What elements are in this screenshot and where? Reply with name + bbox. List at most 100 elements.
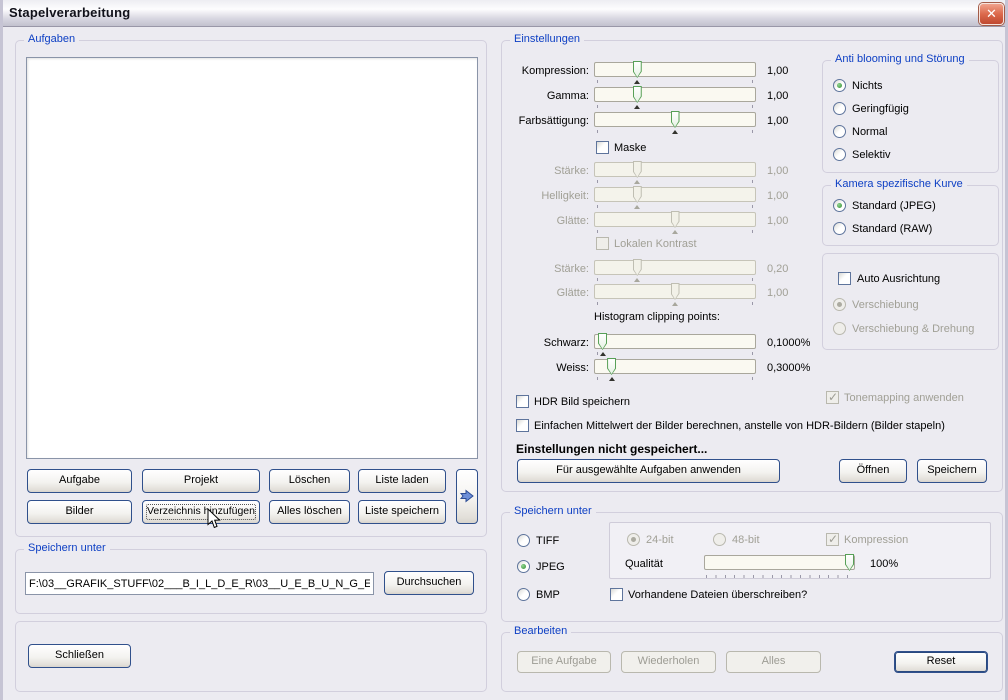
ueberschreiben-checkbox[interactable] bbox=[610, 588, 623, 601]
maske-checkbox[interactable] bbox=[596, 141, 609, 154]
radio-bmp-label: BMP bbox=[536, 589, 560, 601]
staerke2-slider bbox=[594, 260, 756, 275]
slider-thumb bbox=[633, 259, 642, 276]
wiederholen-button: Wiederholen bbox=[621, 651, 716, 673]
qualitaet-label: Qualität bbox=[625, 558, 663, 570]
radio-48bit bbox=[713, 533, 726, 546]
schwarz-label: Schwarz: bbox=[502, 337, 589, 349]
radio-24bit-label: 24-bit bbox=[646, 534, 674, 546]
radio-verschiebung-label: Verschiebung bbox=[852, 299, 919, 311]
save-path-input[interactable] bbox=[25, 572, 374, 595]
radio-bmp[interactable] bbox=[517, 588, 530, 601]
hdr-speichern-checkbox[interactable] bbox=[516, 395, 529, 408]
gamma-slider[interactable] bbox=[594, 87, 756, 102]
radio-normal[interactable] bbox=[833, 125, 846, 138]
group-anti-blooming-title: Anti blooming und Störung bbox=[831, 53, 969, 65]
auto-ausrichtung-label: Auto Ausrichtung bbox=[857, 273, 940, 285]
projekt-button[interactable]: Projekt bbox=[142, 469, 260, 493]
helligkeit-label: Helligkeit: bbox=[502, 190, 589, 202]
close-icon[interactable]: ✕ bbox=[979, 3, 1004, 25]
liste-speichern-button[interactable]: Liste speichern bbox=[358, 500, 446, 524]
radio-verschiebung bbox=[833, 298, 846, 311]
histogram-clipping-label: Histogram clipping points: bbox=[594, 311, 720, 323]
liste-laden-button[interactable]: Liste laden bbox=[358, 469, 446, 493]
slider-thumb bbox=[671, 283, 680, 300]
glaette2-label: Glätte: bbox=[502, 287, 589, 299]
loeschen-button[interactable]: Löschen bbox=[269, 469, 350, 493]
radio-jpeg[interactable] bbox=[517, 560, 530, 573]
qualitaet-value: 100% bbox=[870, 558, 898, 570]
anwenden-button[interactable]: Für ausgewählte Aufgaben anwenden bbox=[517, 459, 780, 483]
aufgabe-button[interactable]: Aufgabe bbox=[27, 469, 132, 493]
verzeichnis-hinzufuegen-button[interactable]: Verzeichnis hinzufügen bbox=[142, 500, 260, 524]
kompression-label: Kompression bbox=[844, 534, 908, 546]
radio-verschiebung-drehung-label: Verschiebung & Drehung bbox=[852, 323, 974, 335]
hdr-speichern-label: HDR Bild speichern bbox=[534, 396, 630, 408]
slider-thumb[interactable] bbox=[845, 554, 854, 571]
schwarz-slider[interactable] bbox=[594, 334, 756, 349]
kompression-slider[interactable] bbox=[594, 62, 756, 77]
radio-nichts[interactable] bbox=[833, 79, 846, 92]
slider-thumb[interactable] bbox=[633, 61, 642, 78]
kompression-checkbox bbox=[826, 533, 839, 546]
slider-thumb[interactable] bbox=[607, 358, 616, 375]
glaette-value: 1,00 bbox=[767, 215, 788, 227]
schliessen-button[interactable]: Schließen bbox=[28, 644, 131, 668]
slider-thumb bbox=[671, 211, 680, 228]
slider-thumb bbox=[633, 186, 642, 203]
lokalen-kontrast-label: Lokalen Kontrast bbox=[614, 238, 697, 250]
qualitaet-ticks bbox=[706, 575, 856, 578]
radio-nichts-label: Nichts bbox=[852, 80, 883, 92]
speichern-button[interactable]: Speichern bbox=[917, 459, 987, 483]
bilder-button[interactable]: Bilder bbox=[27, 500, 132, 524]
auto-ausrichtung-checkbox[interactable] bbox=[838, 272, 851, 285]
staerke2-value: 0,20 bbox=[767, 263, 788, 275]
radio-tiff[interactable] bbox=[517, 534, 530, 547]
farbsaettigung-slider[interactable] bbox=[594, 112, 756, 127]
mittelwert-label: Einfachen Mittelwert der Bilder berechne… bbox=[534, 420, 945, 432]
alles-button: Alles bbox=[726, 651, 821, 673]
apply-arrow-button[interactable] bbox=[456, 469, 478, 524]
radio-standard-jpeg[interactable] bbox=[833, 199, 846, 212]
gamma-label: Gamma: bbox=[502, 90, 589, 102]
task-list[interactable] bbox=[26, 57, 478, 459]
radio-24bit bbox=[627, 533, 640, 546]
slider-thumb[interactable] bbox=[633, 86, 642, 103]
helligkeit-slider bbox=[594, 187, 756, 202]
radio-standard-jpeg-label: Standard (JPEG) bbox=[852, 200, 936, 212]
radio-normal-label: Normal bbox=[852, 126, 887, 138]
alles-loeschen-button[interactable]: Alles löschen bbox=[269, 500, 350, 524]
radio-geringfuegig[interactable] bbox=[833, 102, 846, 115]
schwarz-value: 0,1000% bbox=[767, 337, 810, 349]
glaette2-slider bbox=[594, 284, 756, 299]
qualitaet-slider[interactable] bbox=[704, 555, 855, 570]
format-options-panel: 24-bit 48-bit Kompression Qualität 100% bbox=[609, 522, 991, 579]
group-bottom-left: Schließen bbox=[15, 621, 487, 692]
farbsaettigung-label: Farbsättigung: bbox=[502, 115, 589, 127]
radio-selektiv[interactable] bbox=[833, 148, 846, 161]
group-anti-blooming: Anti blooming und Störung Nichts Geringf… bbox=[822, 60, 999, 173]
radio-geringfuegig-label: Geringfügig bbox=[852, 103, 909, 115]
slider-thumb[interactable] bbox=[671, 111, 680, 128]
kompression-value: 1,00 bbox=[767, 65, 788, 77]
radio-verschiebung-drehung bbox=[833, 322, 846, 335]
radio-jpeg-label: JPEG bbox=[536, 561, 565, 573]
slider-thumb[interactable] bbox=[598, 333, 607, 350]
durchsuchen-button[interactable]: Durchsuchen bbox=[384, 571, 474, 595]
glaette2-value: 1,00 bbox=[767, 287, 788, 299]
mittelwert-checkbox[interactable] bbox=[516, 419, 529, 432]
reset-button[interactable]: Reset bbox=[894, 651, 988, 673]
radio-standard-raw[interactable] bbox=[833, 222, 846, 235]
farbsaettigung-value: 1,00 bbox=[767, 115, 788, 127]
blue-arrow-right-icon bbox=[459, 488, 475, 504]
weiss-label: Weiss: bbox=[502, 362, 589, 374]
group-speichern-unter-links: Speichern unter Durchsuchen bbox=[15, 549, 487, 614]
oeffnen-button[interactable]: Öffnen bbox=[839, 459, 907, 483]
radio-standard-raw-label: Standard (RAW) bbox=[852, 223, 932, 235]
radio-tiff-label: TIFF bbox=[536, 535, 559, 547]
group-kamera-kurve: Kamera spezifische Kurve Standard (JPEG)… bbox=[822, 185, 999, 246]
eine-aufgabe-button: Eine Aufgabe bbox=[517, 651, 611, 673]
weiss-slider[interactable] bbox=[594, 359, 756, 374]
title-bar[interactable]: Stapelverarbeitung ✕ bbox=[0, 0, 1008, 27]
gamma-value: 1,00 bbox=[767, 90, 788, 102]
